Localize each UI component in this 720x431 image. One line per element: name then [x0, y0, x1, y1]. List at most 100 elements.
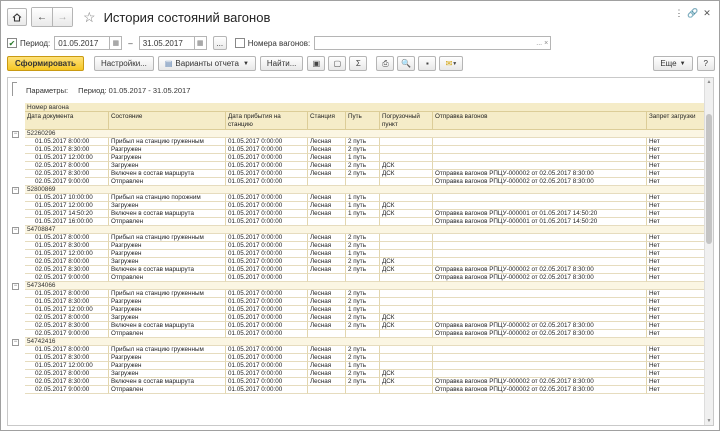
- table-cell: Нет: [647, 178, 706, 186]
- date-from-input[interactable]: 01.05.2017: [54, 36, 111, 50]
- table-cell: [308, 218, 346, 226]
- wagons-input-actions[interactable]: ... ×: [536, 40, 548, 47]
- table-row[interactable]: 02.05.2017 8:00:00 Загружен 01.05.2017 0:0…: [25, 314, 706, 322]
- generate-button[interactable]: Сформировать: [7, 56, 84, 71]
- help-button[interactable]: ?: [696, 56, 715, 71]
- collapse-group-icon[interactable]: −: [12, 227, 19, 234]
- table-cell: 01.05.2017 8:30:00: [25, 298, 109, 306]
- table-cell: ДСК: [380, 202, 433, 210]
- table-cell: [380, 386, 433, 394]
- table-row[interactable]: 02.05.2017 8:30:00 Включен в состав маршр…: [25, 170, 706, 178]
- favorite-star-icon[interactable]: ☆: [83, 9, 96, 26]
- wagon-group-row[interactable]: 54708847: [25, 226, 706, 234]
- collapse-group-icon[interactable]: −: [12, 283, 19, 290]
- report-area[interactable]: Параметры: Период: 01.05.2017 - 31.05.20…: [7, 77, 714, 426]
- table-row[interactable]: 01.05.2017 8:30:00 Разгружен 01.05.2017 0:…: [25, 298, 706, 306]
- table-cell: Лесная: [308, 362, 346, 370]
- collapse-groups-button[interactable]: ▢: [328, 56, 347, 71]
- wagon-group-row[interactable]: 52800869: [25, 186, 706, 194]
- table-cell: 01.05.2017 0:00:00: [226, 274, 308, 282]
- period-select-button[interactable]: ...: [212, 36, 227, 50]
- expand-groups-button[interactable]: ▣: [307, 56, 326, 71]
- wagon-group-row[interactable]: 52260296: [25, 130, 706, 138]
- table-row[interactable]: 01.05.2017 14:50:20 Включен в состав марш…: [25, 210, 706, 218]
- back-button[interactable]: ←: [32, 8, 52, 26]
- find-button[interactable]: Найти...: [259, 56, 304, 71]
- table-row[interactable]: 02.05.2017 9:00:00 Отправлен 01.05.2017 0:…: [25, 178, 706, 186]
- table-cell: [308, 274, 346, 282]
- save-icon: ▪: [425, 59, 429, 68]
- print-button[interactable]: ⎙: [376, 56, 395, 71]
- collapse-group-icon[interactable]: −: [12, 339, 19, 346]
- send-button[interactable]: ✉ ▼: [439, 56, 464, 71]
- table-row[interactable]: 01.05.2017 12:00:00 Загружен 01.05.2017 0:…: [25, 202, 706, 210]
- scroll-up-icon[interactable]: ▲: [705, 79, 713, 85]
- table-cell: Отправка вагонов РПЦУ-000002 от 02.05.20…: [433, 170, 647, 178]
- table-row[interactable]: 02.05.2017 8:00:00 Загружен 01.05.2017 0:0…: [25, 258, 706, 266]
- collapse-group-icon[interactable]: −: [12, 131, 19, 138]
- table-row[interactable]: 01.05.2017 16:00:00 Отправлен 01.05.2017 0…: [25, 218, 706, 226]
- more-actions-icon[interactable]: ⋮: [673, 7, 685, 19]
- table-row[interactable]: 01.05.2017 8:00:00 Прибыл на станцию груж…: [25, 138, 706, 146]
- scroll-down-icon[interactable]: ▼: [705, 418, 713, 424]
- wagons-checkbox[interactable]: [234, 38, 245, 48]
- table-cell: Нет: [647, 170, 706, 178]
- table-row[interactable]: 02.05.2017 8:30:00 Включен в состав маршр…: [25, 322, 706, 330]
- close-icon[interactable]: ✕: [701, 7, 713, 19]
- table-row[interactable]: 01.05.2017 12:00:00 Разгружен 01.05.2017 0…: [25, 362, 706, 370]
- table-cell: 01.05.2017 0:00:00: [226, 322, 308, 330]
- table-cell: Разгружен: [109, 250, 226, 258]
- table-cell: 01.05.2017 0:00:00: [226, 354, 308, 362]
- more-button[interactable]: Еще ▼: [653, 56, 693, 71]
- table-row[interactable]: 02.05.2017 8:30:00 Включен в состав маршр…: [25, 266, 706, 274]
- table-cell: Лесная: [308, 306, 346, 314]
- period-checkbox[interactable]: ✔: [7, 38, 17, 48]
- vertical-scrollbar[interactable]: ▲ ▼: [704, 78, 713, 425]
- wagon-group-row[interactable]: 54734066: [25, 282, 706, 290]
- table-cell: Отправка вагонов РПЦУ-000001 от 01.05.20…: [433, 218, 647, 226]
- table-row[interactable]: 01.05.2017 10:00:00 Прибыл на станцию пор…: [25, 194, 706, 202]
- table-cell: 1 путь: [346, 154, 380, 162]
- date-to-input[interactable]: 31.05.2017: [138, 36, 195, 50]
- table-row[interactable]: 01.05.2017 8:00:00 Прибыл на станцию груж…: [25, 346, 706, 354]
- sum-button[interactable]: Σ: [349, 56, 368, 71]
- table-row[interactable]: 02.05.2017 9:00:00 Отправлен 01.05.2017 0:…: [25, 386, 706, 394]
- table-row[interactable]: 02.05.2017 8:00:00 Загружен 01.05.2017 0:0…: [25, 162, 706, 170]
- table-cell: [380, 274, 433, 282]
- forward-button[interactable]: →: [52, 8, 72, 26]
- link-icon[interactable]: 🔗: [687, 7, 699, 19]
- table-cell: 01.05.2017 0:00:00: [226, 162, 308, 170]
- table-row[interactable]: 01.05.2017 12:00:00 Разгружен 01.05.2017 0…: [25, 154, 706, 162]
- table-row[interactable]: 01.05.2017 12:00:00 Разгружен 01.05.2017 0…: [25, 250, 706, 258]
- preview-button[interactable]: 🔍: [397, 56, 416, 71]
- table-cell: Прибыл на станцию груженным: [109, 346, 226, 354]
- table-cell: Лесная: [308, 370, 346, 378]
- collapse-group-icon[interactable]: −: [12, 187, 19, 194]
- report-variants-button[interactable]: ▤ Варианты отчета ▼: [157, 56, 256, 71]
- scroll-thumb[interactable]: [706, 114, 712, 244]
- table-cell: 01.05.2017 0:00:00: [226, 250, 308, 258]
- save-button[interactable]: ▪: [418, 56, 437, 71]
- table-row[interactable]: 01.05.2017 8:00:00 Прибыл на станцию груж…: [25, 290, 706, 298]
- table-row[interactable]: 02.05.2017 9:00:00 Отправлен 01.05.2017 0:…: [25, 274, 706, 282]
- table-cell: 01.05.2017 0:00:00: [226, 258, 308, 266]
- table-row[interactable]: 01.05.2017 8:00:00 Прибыл на станцию груж…: [25, 234, 706, 242]
- table-cell: 1 путь: [346, 210, 380, 218]
- wagon-group-row[interactable]: 54742416: [25, 338, 706, 346]
- table-cell: [433, 362, 647, 370]
- table-row[interactable]: 02.05.2017 8:00:00 Загружен 01.05.2017 0:0…: [25, 370, 706, 378]
- calendar-to-icon[interactable]: ▦: [194, 36, 207, 50]
- table-cell: Нет: [647, 146, 706, 154]
- wagons-input[interactable]: ... ×: [314, 36, 552, 50]
- params-value: Период: 01.05.2017 - 31.05.2017: [78, 86, 191, 95]
- table-cell: 02.05.2017 8:00:00: [25, 162, 109, 170]
- home-button[interactable]: [7, 8, 27, 26]
- table-row[interactable]: 01.05.2017 8:30:00 Разгружен 01.05.2017 0:…: [25, 146, 706, 154]
- table-row[interactable]: 01.05.2017 12:00:00 Разгружен 01.05.2017 0…: [25, 306, 706, 314]
- table-row[interactable]: 01.05.2017 8:30:00 Разгружен 01.05.2017 0:…: [25, 242, 706, 250]
- settings-button[interactable]: Настройки...: [93, 56, 154, 71]
- table-row[interactable]: 01.05.2017 8:30:00 Разгружен 01.05.2017 0:…: [25, 354, 706, 362]
- table-row[interactable]: 02.05.2017 9:00:00 Отправлен 01.05.2017 0:…: [25, 330, 706, 338]
- table-row[interactable]: 02.05.2017 8:30:00 Включен в состав маршр…: [25, 378, 706, 386]
- calendar-from-icon[interactable]: ▦: [110, 36, 123, 50]
